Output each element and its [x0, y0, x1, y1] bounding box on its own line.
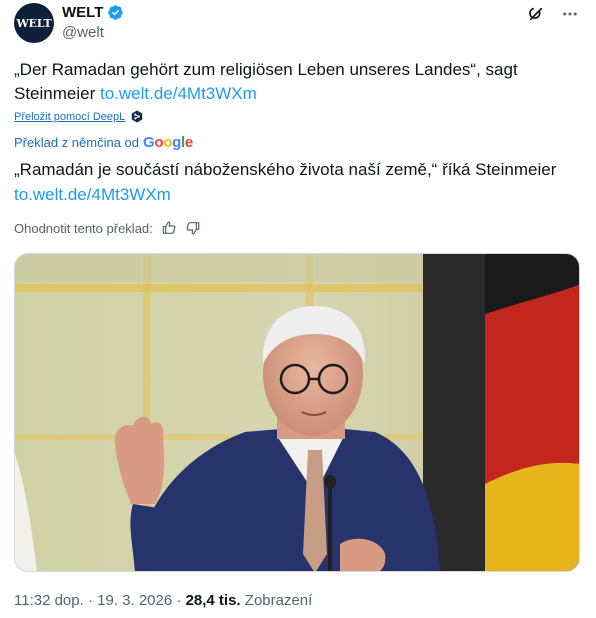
tweet-date[interactable]: 19. 3. 2026 — [97, 592, 172, 609]
deepl-translate-button[interactable]: Přeložit pomocí DeepL — [14, 110, 143, 123]
google-logo: Google — [143, 134, 193, 151]
tweet-top-actions — [526, 4, 580, 24]
handle[interactable]: @welt — [62, 24, 104, 41]
tweet-text: „Der Ramadan gehört zum religiösen Leben… — [14, 58, 574, 106]
tweet-link[interactable]: to.welt.de/4Mt3WXm — [100, 84, 257, 103]
tweet-meta: 11:32 dop. · 19. 3. 2026 · 28,4 tis. Zob… — [14, 592, 312, 609]
translated-link[interactable]: to.welt.de/4Mt3WXm — [14, 185, 171, 204]
meta-separator: · — [83, 592, 98, 609]
meta-separator: · — [172, 592, 186, 609]
grok-glyph — [529, 7, 543, 21]
author-name-row[interactable]: WELT — [62, 4, 124, 21]
tweet-photo[interactable] — [14, 253, 580, 572]
avatar[interactable]: WELT — [14, 3, 54, 43]
views-count: 28,4 tis. — [185, 592, 241, 609]
tweet-body: „Der Ramadan gehört zum religiösen Leben… — [14, 60, 518, 103]
thumbs-up-icon[interactable] — [161, 220, 177, 236]
deepl-icon — [132, 110, 143, 123]
tweet-time[interactable]: 11:32 dop. — [14, 592, 84, 609]
display-name[interactable]: WELT — [62, 4, 103, 21]
translated-by-label: Překlad z němčina od — [14, 135, 140, 150]
deepl-label[interactable]: Přeložit pomocí DeepL — [14, 111, 125, 123]
thumbs-down-icon[interactable] — [185, 220, 201, 236]
translated-text: „Ramadán je součástí náboženského života… — [14, 157, 580, 207]
more-glyph — [563, 12, 577, 16]
photo-illustration — [15, 254, 579, 571]
verified-badge-icon — [108, 5, 124, 20]
views-label: Zobrazení — [240, 592, 313, 609]
rate-translation: Ohodnotit tento překlad: — [14, 220, 201, 236]
translated-body: „Ramadán je součástí náboženského života… — [14, 160, 557, 179]
grok-icon[interactable] — [526, 4, 546, 24]
rate-label: Ohodnotit tento překlad: — [14, 220, 153, 236]
more-icon[interactable] — [560, 4, 580, 24]
avatar-logo-text: WELT — [16, 16, 52, 30]
translated-by: Překlad z němčina od Google — [14, 134, 193, 151]
